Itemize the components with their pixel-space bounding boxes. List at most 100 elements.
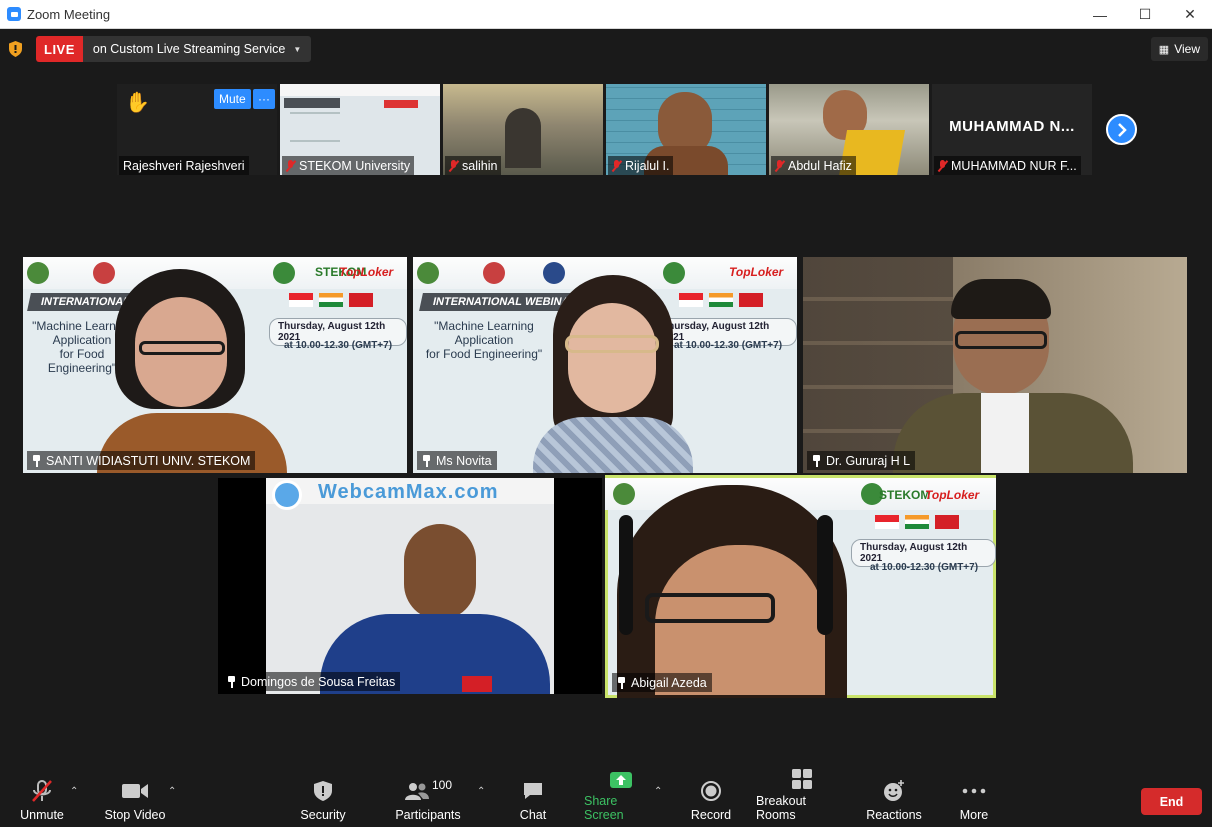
participants-options-chevron-up-icon[interactable]: ⌃ (477, 786, 485, 797)
video-tile[interactable]: TopLoker INTERNATIONAL WEBINAR "Machine … (413, 257, 797, 473)
security-button[interactable]: Security (296, 773, 350, 827)
grid-view-icon: ▦ (1158, 43, 1170, 56)
thumbnail-tile[interactable]: salihin (443, 84, 603, 175)
glasses (139, 341, 225, 355)
video-options-chevron-up-icon[interactable]: ⌃ (168, 786, 176, 797)
logo-icon (273, 262, 295, 284)
participants-button[interactable]: 100 Participants (392, 773, 464, 827)
chevron-right-icon (1117, 122, 1127, 137)
indonesia-flag-icon (875, 515, 899, 529)
india-flag-icon (319, 293, 343, 307)
timor-leste-flag-icon (935, 515, 959, 529)
participant-display-name: MUHAMMAD N... (949, 118, 1075, 135)
breakout-rooms-button[interactable]: Breakout Rooms (756, 769, 848, 827)
toploker-logo-text: TopLoker (729, 265, 784, 279)
participant-name-label: SANTI WIDIASTUTI UNIV. STEKOM (27, 451, 256, 470)
stekom-logo-text: STEKOM (879, 488, 931, 502)
slide-time: at 10.00-12.30 (GMT+7) (283, 340, 393, 351)
end-meeting-button[interactable]: End (1141, 788, 1202, 815)
participant-name-label: Rajeshveri Rajeshveri (119, 156, 249, 175)
view-button[interactable]: ▦ View (1150, 37, 1208, 61)
encryption-shield-icon[interactable] (9, 41, 22, 57)
participant-name-label: Domingos de Sousa Freitas (222, 672, 401, 691)
logo-icon (483, 262, 505, 284)
meeting-toolbar: Unmute ⌃ Stop Video ⌃ Security 100 Parti… (0, 769, 1212, 827)
record-button[interactable]: Record (688, 773, 734, 827)
participant-name-label: Abigail Azeda (612, 673, 712, 692)
slide-line-2: Application (454, 333, 514, 347)
slide-text-block (290, 112, 340, 142)
share-options-chevron-up-icon[interactable]: ⌃ (654, 786, 662, 797)
thumbnail-tile[interactable]: ✋ Mute ··· Rajeshveri Rajeshveri (117, 84, 277, 175)
breakout-rooms-icon (791, 768, 813, 790)
stop-video-button[interactable]: Stop Video (100, 773, 170, 827)
video-tile[interactable]: STEKOM TopLoker INTERNATIONAL WEBINAR "M… (23, 257, 407, 473)
slide-time: at 10.00-12.30 (GMT+7) (869, 562, 979, 573)
pin-icon (32, 454, 41, 467)
shirt (981, 393, 1029, 473)
glasses (565, 335, 659, 353)
live-badge: LIVE (36, 36, 83, 62)
live-stream-indicator[interactable]: LIVE on Custom Live Streaming Service ▼ (36, 36, 312, 62)
participant-hair (951, 279, 1051, 319)
participant-name-label: Rijalul I. (608, 156, 674, 175)
audio-options-chevron-up-icon[interactable]: ⌃ (70, 786, 78, 797)
slide-time: at 10.00-12.30 (GMT+7) (673, 340, 783, 351)
unmute-button[interactable]: Unmute (14, 773, 70, 827)
live-service-label: on Custom Live Streaming Service (92, 42, 286, 56)
timor-leste-flag-icon (462, 676, 492, 692)
share-screen-button[interactable]: Share Screen (584, 770, 658, 827)
raised-hand-icon: ✋ (125, 92, 150, 114)
pin-icon (617, 676, 626, 689)
slide-line-3: for Food Engineering" (425, 347, 543, 361)
mute-participant-button[interactable]: Mute (214, 89, 251, 109)
slide-title-tag (284, 98, 340, 108)
video-camera-icon (121, 778, 149, 804)
live-service-dropdown[interactable]: on Custom Live Streaming Service ▼ (82, 36, 312, 62)
reactions-button[interactable]: Reactions (866, 773, 922, 827)
thumbnail-tile[interactable]: Abdul Hafiz (769, 84, 929, 175)
share-screen-icon (609, 770, 633, 790)
participant-video (505, 108, 541, 168)
indonesia-flag-icon (679, 293, 703, 307)
webcammax-watermark: WebcamMax.com (318, 481, 499, 503)
timor-leste-flag-icon (739, 293, 763, 307)
maximize-icon[interactable]: ☐ (1122, 0, 1168, 29)
participant-face (568, 303, 656, 413)
participant-face (404, 524, 476, 620)
close-icon[interactable]: ✕ (1167, 0, 1212, 29)
more-button[interactable]: More (956, 773, 992, 827)
meeting-topbar: LIVE on Custom Live Streaming Service ▼ … (0, 29, 1212, 71)
thumbnail-tile[interactable]: STEKOM University (280, 84, 440, 175)
webcammax-logo-icon (272, 480, 302, 510)
mic-muted-icon (612, 159, 621, 172)
ellipsis-icon (962, 778, 986, 804)
flag-row (384, 100, 418, 108)
toploker-logo-text: TopLoker (925, 488, 980, 502)
toploker-logo-text: TopLoker (339, 265, 394, 279)
record-icon (700, 778, 722, 804)
mic-muted-icon (938, 159, 947, 172)
next-page-button[interactable] (1106, 114, 1137, 145)
headphones (619, 515, 633, 635)
mic-muted-icon (775, 159, 784, 172)
chat-button[interactable]: Chat (512, 773, 554, 827)
logo-icon (543, 262, 565, 284)
participant-more-button[interactable]: ··· (253, 89, 275, 109)
participant-body (533, 417, 693, 473)
glasses (645, 593, 775, 623)
pin-icon (227, 675, 236, 688)
participants-icon: 100 (404, 778, 452, 804)
minimize-icon[interactable]: — (1077, 0, 1123, 29)
thumbnail-tile[interactable]: Rijalul I. (606, 84, 766, 175)
logo-icon (27, 262, 49, 284)
pin-icon (422, 454, 431, 467)
video-tile[interactable]: Dr. Gururaj H L (803, 257, 1187, 473)
chevron-down-icon: ▼ (293, 44, 302, 54)
thumbnail-tile[interactable]: MUHAMMAD N... MUHAMMAD NUR F... (932, 84, 1092, 175)
video-tile[interactable]: WebcamMax.com Domingos de Sousa Freitas (218, 478, 602, 694)
indonesia-flag-icon (289, 293, 313, 307)
view-label: View (1174, 42, 1200, 56)
participants-count: 100 (431, 778, 453, 792)
video-tile-active-speaker[interactable]: STEKOM TopLoker Thursday, August 12th 20… (605, 475, 996, 698)
